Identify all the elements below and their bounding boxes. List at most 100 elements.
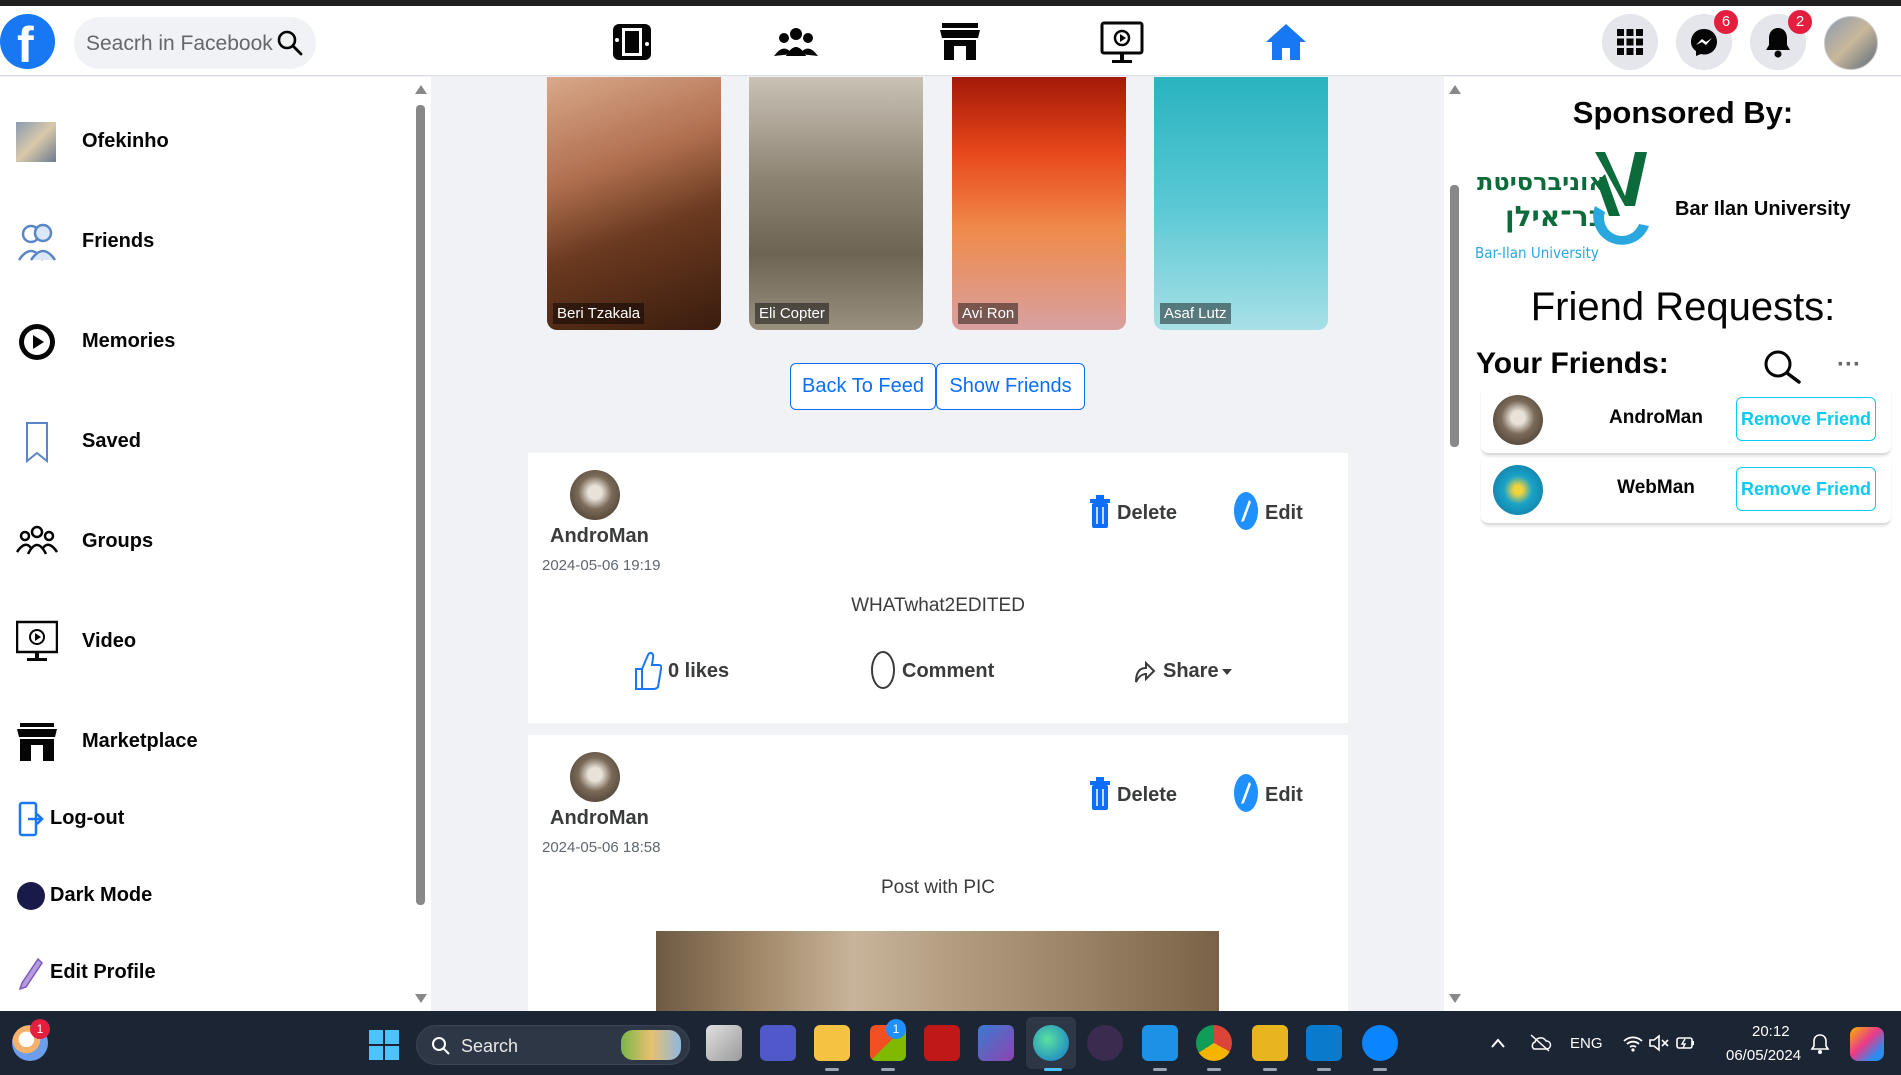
sponsor-logo[interactable]: אוניברסיטת בר־אילן Bar-Ilan University [1475,146,1651,270]
facebook-logo[interactable]: f [0,14,55,73]
more-options-icon[interactable]: ··· [1837,351,1861,379]
search-bar[interactable]: Seacrh in Facebook [74,17,316,69]
story-card[interactable]: Asaf Lutz [1154,77,1328,330]
like-thumb-icon[interactable] [634,649,662,691]
vscode-icon[interactable] [1306,1025,1342,1061]
teams-icon[interactable] [760,1025,796,1061]
home-icon[interactable] [1262,20,1310,64]
store-badge: 1 [886,1019,906,1039]
gaming-icon[interactable] [608,20,656,64]
groups-icon[interactable] [772,20,820,64]
messenger-button[interactable]: 6 [1676,10,1738,70]
docker-icon[interactable] [1142,1025,1178,1061]
remove-friend-button[interactable]: Remove Friend [1736,467,1876,511]
friend-row: WebMan Remove Friend [1481,459,1891,525]
marketplace-icon[interactable] [936,20,984,64]
edit-button[interactable]: Edit [1265,784,1303,807]
app-icon[interactable] [1362,1025,1398,1061]
app-icon[interactable] [1252,1025,1288,1061]
story-card[interactable]: Avi Ron [952,77,1126,330]
logout-icon [18,801,44,837]
post-text: WHATwhat2EDITED [851,595,1025,616]
logo-hebrew-line-2: בר־אילן [1505,200,1606,233]
story-author: Eli Copter [755,303,829,324]
battery-charging-icon[interactable] [1674,1033,1696,1053]
trash-icon[interactable] [1088,493,1112,529]
mcafee-icon[interactable] [924,1025,960,1061]
trash-icon[interactable] [1088,775,1112,811]
scrollbar-thumb[interactable] [416,105,425,905]
sidebar-item-label: Ofekinho [82,130,169,152]
story-card[interactable]: Beri Tzakala [547,77,721,330]
search-icon[interactable] [1761,349,1803,385]
running-indicator [1153,1068,1167,1071]
task-view-icon[interactable] [706,1025,742,1061]
clock-date[interactable]: 06/05/2024 [1726,1047,1801,1064]
edit-pen-icon[interactable] [1232,773,1260,813]
profile-avatar[interactable] [1824,16,1878,70]
moon-icon [17,882,45,910]
copilot-icon[interactable] [1850,1027,1884,1061]
running-indicator [1044,1068,1062,1071]
back-to-feed-button[interactable]: Back To Feed [790,363,936,410]
wifi-icon[interactable] [1622,1033,1644,1053]
windows-start-icon[interactable] [368,1029,400,1061]
scroll-up-arrow[interactable] [1449,85,1461,94]
app-icon[interactable] [1087,1025,1123,1061]
show-friends-button[interactable]: Show Friends [936,363,1085,410]
caret-down-icon[interactable] [1221,668,1233,676]
edit-pen-icon[interactable] [1232,491,1260,531]
scroll-up-arrow[interactable] [415,85,427,94]
notifications-badge: 2 [1788,10,1812,34]
notification-bell-icon[interactable] [1810,1033,1830,1055]
copilot-app-icon[interactable] [978,1025,1014,1061]
file-explorer-icon[interactable] [814,1025,850,1061]
sidebar-item-label: Log-out [50,807,125,829]
post-author[interactable]: AndroMan [550,807,649,830]
post-author-avatar[interactable] [570,470,620,520]
post-image[interactable] [656,931,1219,1011]
delete-button[interactable]: Delete [1117,502,1177,525]
share-arrow-icon[interactable] [1132,658,1156,684]
watch-video-icon[interactable] [1098,20,1146,64]
comment-button[interactable]: Comment [902,660,994,683]
menu-grid-button[interactable] [1602,14,1658,70]
delete-button[interactable]: Delete [1117,784,1177,807]
scrollbar-thumb[interactable] [1450,185,1459,447]
right-sidebar: Sponsored By: אוניברסיטת בר־אילן Bar-Ila… [1465,77,1901,1011]
friend-avatar[interactable] [1493,465,1543,515]
friend-avatar[interactable] [1493,395,1543,445]
sponsor-name[interactable]: Bar Ilan University [1675,198,1851,221]
story-card[interactable]: Eli Copter [749,77,923,330]
notifications-button[interactable]: 2 [1750,10,1812,70]
scroll-down-arrow[interactable] [415,994,427,1003]
left-scrollbar[interactable] [410,77,431,1011]
friend-name[interactable]: WebMan [1591,477,1721,499]
search-icon[interactable] [276,29,304,57]
chevron-up-icon[interactable] [1490,1037,1506,1049]
post-author-avatar[interactable] [570,752,620,802]
comment-icon[interactable] [869,649,897,691]
edit-button[interactable]: Edit [1265,502,1303,525]
volume-muted-icon[interactable] [1648,1033,1670,1053]
share-button[interactable]: Share [1163,660,1219,683]
taskbar-search[interactable]: Search [416,1025,690,1065]
remove-friend-button[interactable]: Remove Friend [1736,397,1876,441]
friend-name[interactable]: AndroMan [1591,407,1721,429]
feed-scrollbar[interactable] [1444,77,1465,1011]
post-author[interactable]: AndroMan [550,525,649,548]
chrome-icon[interactable] [1196,1025,1232,1061]
cloud-offline-icon[interactable] [1528,1033,1552,1053]
edge-browser-icon[interactable] [1033,1025,1069,1061]
scroll-down-arrow[interactable] [1449,994,1461,1003]
search-placeholder[interactable]: Seacrh in Facebook [86,32,273,56]
clock-time[interactable]: 20:12 [1752,1023,1790,1040]
messenger-badge: 6 [1714,10,1738,34]
search-highlight-image [621,1030,681,1060]
likes-count[interactable]: 0 likes [668,660,729,683]
groups-icon [16,525,58,555]
language-indicator[interactable]: ENG [1570,1035,1603,1052]
friends-icon [17,223,57,261]
grid-icon [1617,29,1643,55]
facebook-logo-letter: f [17,17,34,73]
